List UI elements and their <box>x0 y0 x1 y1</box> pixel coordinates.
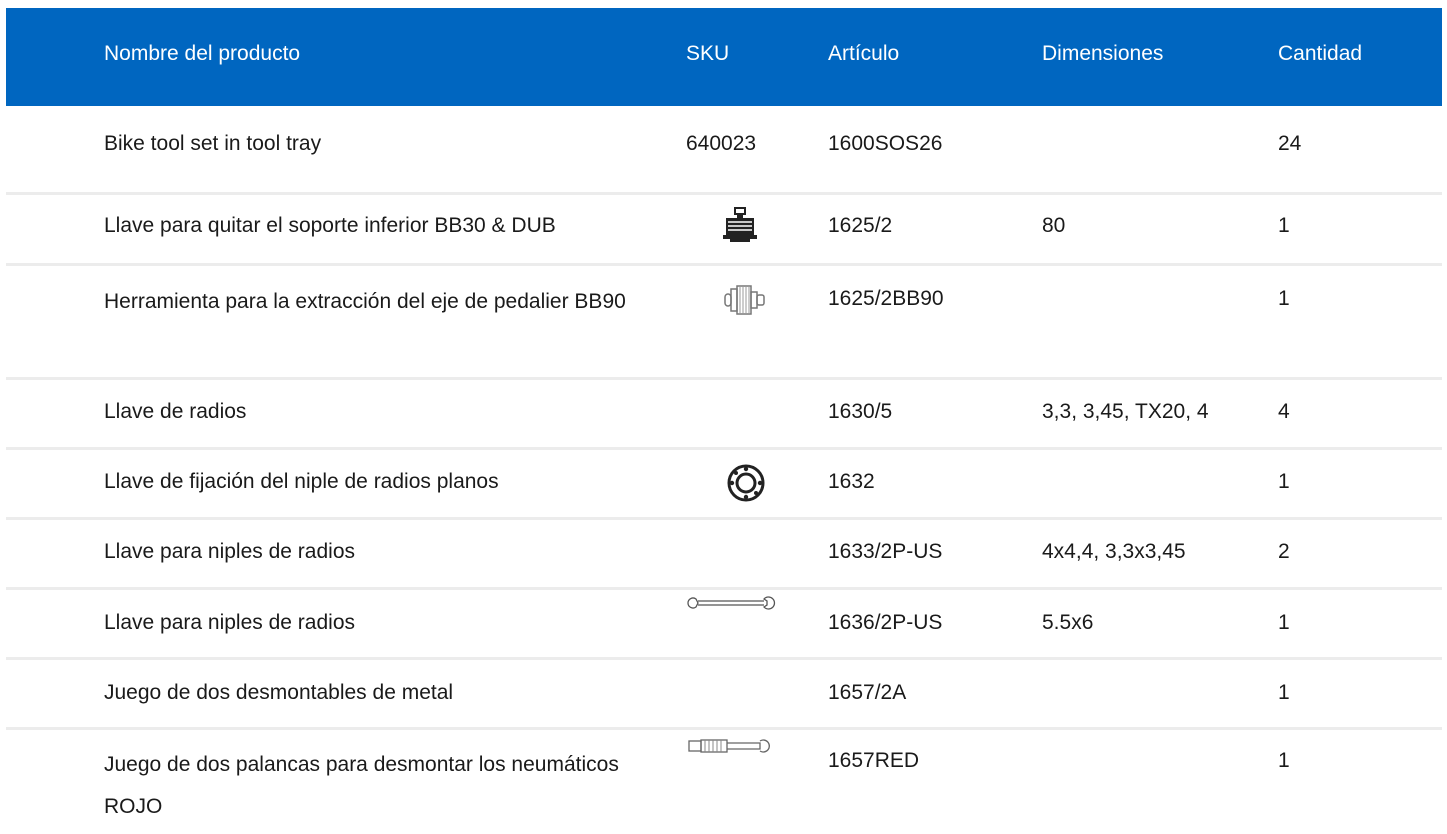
header-dimensions[interactable]: Dimensiones <box>1042 8 1262 106</box>
product-name: Llave de radios <box>104 400 247 423</box>
product-article: 1630/5 <box>828 400 893 423</box>
product-quantity: 4 <box>1278 400 1290 423</box>
product-quantity: 2 <box>1278 540 1290 563</box>
product-quantity: 1 <box>1278 611 1290 634</box>
table-row[interactable]: Llave para niples de radios 1633/2P-US 4… <box>6 520 1442 590</box>
product-article: 1657RED <box>828 749 920 772</box>
product-article: 1657/2A <box>828 681 907 704</box>
product-article: 1633/2P-US <box>828 540 943 563</box>
product-table: Nombre del producto SKU Artículo Dimensi… <box>6 8 1442 830</box>
product-article: 1625/2 <box>828 214 893 237</box>
product-quantity: 1 <box>1278 749 1290 772</box>
product-name: Llave de fijación del niple de radios pl… <box>104 470 499 493</box>
table-row[interactable]: Llave de radios 1630/5 3,3, 3,45, TX20, … <box>6 380 1442 450</box>
header-quantity[interactable]: Cantidad <box>1278 8 1398 106</box>
product-quantity: 24 <box>1278 132 1302 155</box>
table-row[interactable]: Llave para quitar el soporte inferior BB… <box>6 195 1442 266</box>
product-name: Bike tool set in tool tray <box>104 132 322 155</box>
product-name: Herramienta para la extracción del eje d… <box>104 290 626 313</box>
product-name: Juego de dos palancas para desmontar los… <box>104 753 619 818</box>
product-article: 1632 <box>828 470 875 493</box>
table-row[interactable]: Herramienta para la extracción del eje d… <box>6 266 1442 380</box>
product-quantity: 1 <box>1278 470 1290 493</box>
table-header: Nombre del producto SKU Artículo Dimensi… <box>6 8 1442 106</box>
header-sku[interactable]: SKU <box>686 8 796 106</box>
product-dimensions: 3,3, 3,45, TX20, 4 <box>1042 400 1209 423</box>
product-name: Llave para niples de radios <box>104 540 355 563</box>
product-sku: 640023 <box>686 132 757 155</box>
product-quantity: 1 <box>1278 214 1290 237</box>
product-quantity: 1 <box>1278 681 1290 704</box>
header-name[interactable]: Nombre del producto <box>104 8 664 106</box>
table-row[interactable]: Bike tool set in tool tray 640023 1600SO… <box>6 106 1442 195</box>
spoke-wrench-icon <box>686 595 776 611</box>
bb90-extractor-icon <box>724 284 766 318</box>
product-dimensions: 5.5x6 <box>1042 611 1094 634</box>
product-dimensions: 80 <box>1042 214 1066 237</box>
table-row[interactable]: Juego de dos palancas para desmontar los… <box>6 730 1442 830</box>
product-name: Juego de dos desmontables de metal <box>104 681 454 704</box>
bottom-bracket-tool-icon <box>722 207 758 245</box>
nipple-ring-tool-icon <box>726 463 766 503</box>
tire-lever-icon <box>688 738 778 754</box>
header-article[interactable]: Artículo <box>828 8 1028 106</box>
product-article: 1600SOS26 <box>828 132 943 155</box>
product-article: 1625/2BB90 <box>828 287 944 310</box>
table-row[interactable]: Juego de dos desmontables de metal 1657/… <box>6 660 1442 730</box>
product-name: Llave para niples de radios <box>104 611 355 634</box>
product-article: 1636/2P-US <box>828 611 943 634</box>
product-name: Llave para quitar el soporte inferior BB… <box>104 214 556 237</box>
table-row[interactable]: Llave para niples de radios 1636/2P-US 5… <box>6 590 1442 660</box>
product-quantity: 1 <box>1278 287 1290 310</box>
table-row[interactable]: Llave de fijación del niple de radios pl… <box>6 450 1442 520</box>
product-dimensions: 4x4,4, 3,3x3,45 <box>1042 540 1186 563</box>
